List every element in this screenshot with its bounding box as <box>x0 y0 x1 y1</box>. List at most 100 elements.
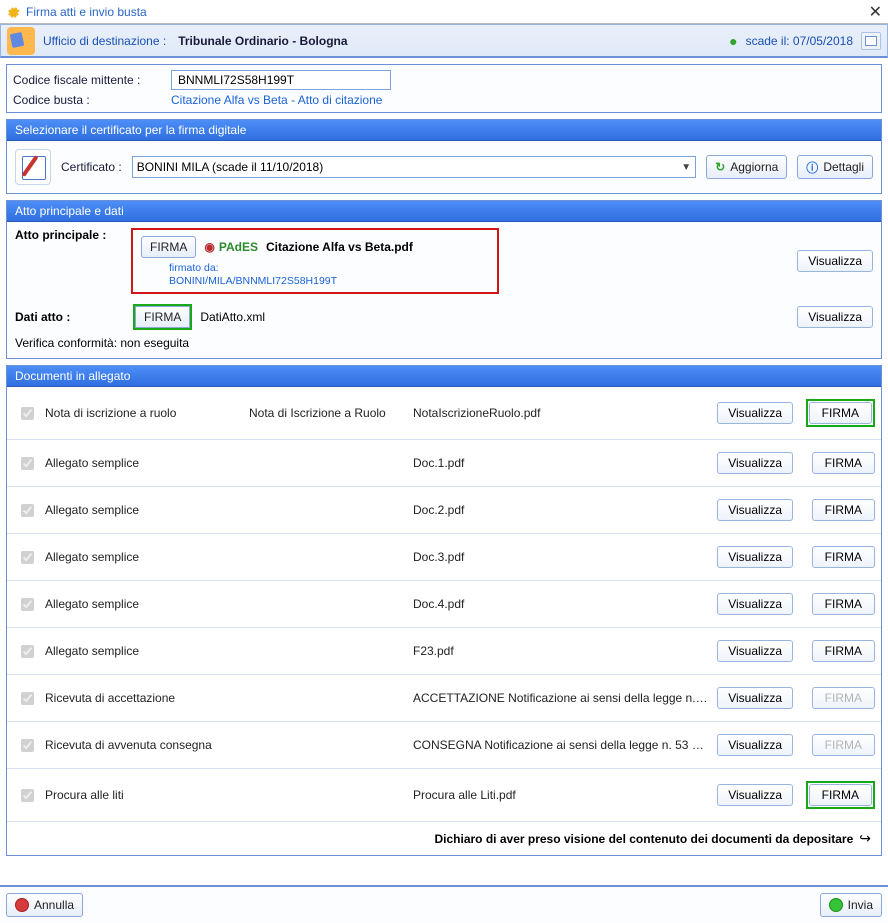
document-actions: Visualizza <box>713 593 793 615</box>
document-checkbox-cell <box>13 404 41 423</box>
details-button[interactable]: ⓘ Dettagli <box>797 155 873 179</box>
document-file: Doc.2.pdf <box>413 503 709 517</box>
document-firma-cell: FIRMA <box>797 399 875 427</box>
firma-highlight: FIRMA <box>806 781 875 809</box>
document-firma-cell: FIRMA <box>797 499 875 521</box>
document-checkbox[interactable] <box>21 504 34 517</box>
pades-badge: ◉ PAdES <box>204 240 258 254</box>
document-checkbox[interactable] <box>21 789 34 802</box>
window-title: Firma atti e invio busta <box>26 5 147 19</box>
document-firma-button[interactable]: FIRMA <box>812 499 875 521</box>
document-firma-button[interactable]: FIRMA <box>812 640 875 662</box>
close-icon[interactable]: ✕ <box>869 2 882 22</box>
document-visualizza-button[interactable]: Visualizza <box>717 402 793 424</box>
cancel-icon <box>15 898 29 912</box>
exit-icon[interactable]: ↪ <box>859 830 871 847</box>
document-checkbox[interactable] <box>21 598 34 611</box>
cf-input[interactable]: BNNMLI72S58H199T <box>171 70 391 90</box>
document-checkbox-cell <box>13 736 41 755</box>
document-type: Allegato semplice <box>45 550 245 564</box>
document-actions: Visualizza <box>713 784 793 806</box>
document-checkbox-cell <box>13 642 41 661</box>
document-checkbox[interactable] <box>21 645 34 658</box>
document-firma-cell: FIRMA <box>797 593 875 615</box>
atto-main-visualizza-button[interactable]: Visualizza <box>797 250 873 272</box>
destination-bar: Ufficio di destinazione : Tribunale Ordi… <box>0 24 888 58</box>
document-visualizza-button[interactable]: Visualizza <box>717 593 793 615</box>
document-row: Allegato sempliceDoc.3.pdfVisualizzaFIRM… <box>7 534 881 581</box>
document-file: Doc.1.pdf <box>413 456 709 470</box>
title-bar: Firma atti e invio busta ✕ <box>0 0 888 24</box>
document-file: Doc.4.pdf <box>413 597 709 611</box>
expiry-label: scade il: 07/05/2018 <box>746 34 853 48</box>
sender-panel: Codice fiscale mittente : BNNMLI72S58H19… <box>6 64 882 113</box>
document-checkbox[interactable] <box>21 739 34 752</box>
document-firma-cell: FIRMA <box>797 734 875 756</box>
document-firma-button[interactable]: FIRMA <box>812 593 875 615</box>
dati-atto-firma-button[interactable]: FIRMA <box>135 306 190 328</box>
document-checkbox[interactable] <box>21 692 34 705</box>
document-checkbox[interactable] <box>21 457 34 470</box>
cancel-label: Annulla <box>34 898 74 912</box>
document-firma-button[interactable]: FIRMA <box>812 452 875 474</box>
detail-view-icon[interactable] <box>861 32 881 50</box>
document-actions: Visualizza <box>713 687 793 709</box>
document-firma-cell: FIRMA <box>797 452 875 474</box>
document-visualizza-button[interactable]: Visualizza <box>717 784 793 806</box>
seal-icon: ◉ <box>204 240 214 254</box>
declare-text: Dichiaro di aver preso visione del conte… <box>435 832 854 846</box>
document-firma-button[interactable]: FIRMA <box>809 402 872 424</box>
document-row: Allegato sempliceDoc.1.pdfVisualizzaFIRM… <box>7 440 881 487</box>
document-type: Procura alle liti <box>45 788 245 802</box>
document-actions: Visualizza <box>713 734 793 756</box>
chevron-down-icon: ▼ <box>681 162 691 173</box>
send-label: Invia <box>848 898 873 912</box>
document-firma-button[interactable]: FIRMA <box>809 784 872 806</box>
document-row: Ricevuta di accettazioneACCETTAZIONE Not… <box>7 675 881 722</box>
dati-atto-visualizza-button[interactable]: Visualizza <box>797 306 873 328</box>
document-row: Allegato sempliceF23.pdfVisualizzaFIRMA <box>7 628 881 675</box>
document-file: CONSEGNA Notificazione ai sensi della le… <box>413 738 709 752</box>
signature-icon <box>15 149 51 185</box>
document-firma-cell: FIRMA <box>797 640 875 662</box>
document-actions: Visualizza <box>713 640 793 662</box>
document-row: Ricevuta di avvenuta consegnaCONSEGNA No… <box>7 722 881 769</box>
atto-main-highlight: FIRMA ◉ PAdES Citazione Alfa vs Beta.pdf… <box>131 228 499 294</box>
destination-value: Tribunale Ordinario - Bologna <box>178 34 347 48</box>
document-row: Nota di iscrizione a ruoloNota di Iscriz… <box>7 387 881 440</box>
dati-atto-file: DatiAtto.xml <box>200 310 265 324</box>
document-visualizza-button[interactable]: Visualizza <box>717 452 793 474</box>
document-file: ACCETTAZIONE Notificazione ai sensi dell… <box>413 691 709 705</box>
atto-main-firma-button[interactable]: FIRMA <box>141 236 196 258</box>
document-actions: Visualizza <box>713 499 793 521</box>
certificate-select[interactable]: BONINI MILA (scade il 11/10/2018) ▼ <box>132 156 697 178</box>
document-visualizza-button[interactable]: Visualizza <box>717 687 793 709</box>
refresh-button[interactable]: ↻ Aggiorna <box>706 155 787 179</box>
document-visualizza-button[interactable]: Visualizza <box>717 499 793 521</box>
document-file: NotaIscrizioneRuolo.pdf <box>413 406 709 420</box>
refresh-icon: ↻ <box>715 160 725 174</box>
document-file: Procura alle Liti.pdf <box>413 788 709 802</box>
atto-main-file: Citazione Alfa vs Beta.pdf <box>266 240 413 254</box>
document-firma-button[interactable]: FIRMA <box>812 546 875 568</box>
document-checkbox-cell <box>13 689 41 708</box>
firmato-prefix: firmato da: <box>169 262 219 274</box>
document-visualizza-button[interactable]: Visualizza <box>717 734 793 756</box>
document-visualizza-button[interactable]: Visualizza <box>717 546 793 568</box>
document-checkbox-cell <box>13 501 41 520</box>
send-button[interactable]: Invia <box>820 893 882 917</box>
document-row: Procura alle liti Procura alle Liti.pdf Vi… <box>7 769 881 821</box>
document-checkbox[interactable] <box>21 407 34 420</box>
document-visualizza-button[interactable]: Visualizza <box>717 640 793 662</box>
document-subtype: Nota di Iscrizione a Ruolo <box>249 406 409 420</box>
document-firma-button: FIRMA <box>812 687 875 709</box>
document-type: Allegato semplice <box>45 597 245 611</box>
info-icon: ⓘ <box>806 159 818 176</box>
certificate-panel: Selezionare il certificato per la firma … <box>6 119 882 194</box>
atto-header: Atto principale e dati <box>7 201 881 222</box>
busta-link[interactable]: Citazione Alfa vs Beta - Atto di citazio… <box>171 93 382 107</box>
destination-icon <box>7 27 35 55</box>
atto-main-label: Atto principale : <box>15 228 125 242</box>
document-checkbox[interactable] <box>21 551 34 564</box>
cancel-button[interactable]: Annulla <box>6 893 83 917</box>
